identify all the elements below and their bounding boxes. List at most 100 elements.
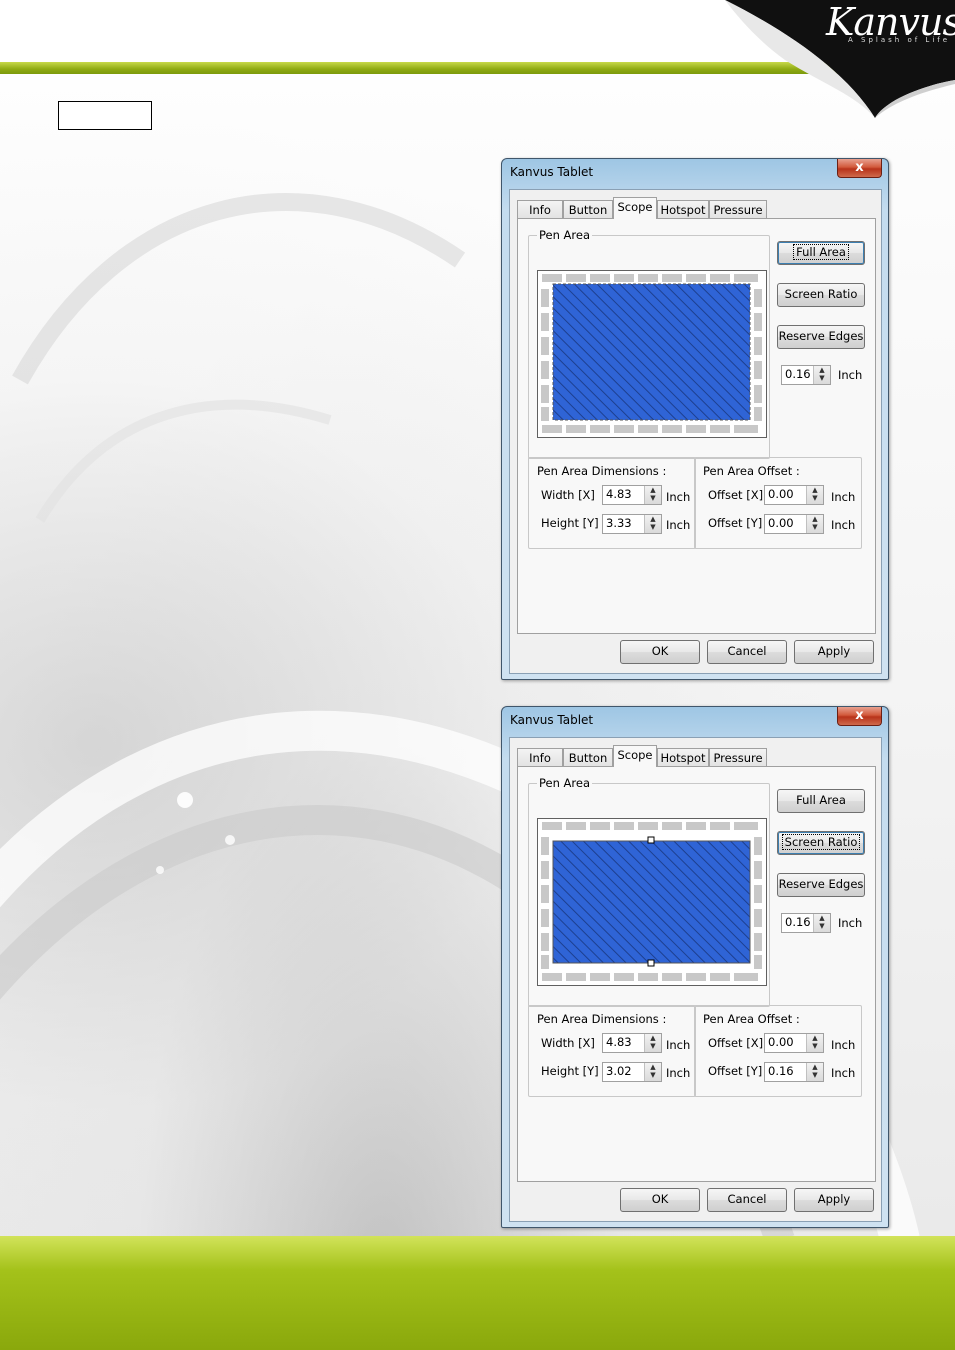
tab-hotspot[interactable]: Hotspot [657,748,709,767]
offset-x-spinner[interactable]: 0.00 ▲ ▼ [764,485,824,505]
tab-hotspot[interactable]: Hotspot [657,200,709,219]
reserve-edges-label: Reserve Edges [778,877,864,891]
spin-arrows-icon[interactable]: ▲ ▼ [813,914,830,932]
scope-panel: Pen Area Full Area Screen Ratio Reserve … [517,218,876,634]
height-spinner[interactable]: 3.33 ▲ ▼ [602,514,662,534]
offset-x-spinner[interactable]: 0.00 ▲ ▼ [764,1033,824,1053]
width-value: 4.83 [606,487,632,501]
tablet-dialog-full-area: Kanvus Tablet x Info Button Scope Hotspo… [501,158,889,680]
ok-button[interactable]: OK [620,640,700,664]
edge-value: 0.16 [785,367,811,381]
dialog-client: Info Button Scope Hotspot Pressure Pen A… [509,737,882,1222]
screen-ratio-button[interactable]: Screen Ratio [777,283,865,307]
offset-y-label: Offset [Y] [708,516,763,530]
dimensions-label: Pen Area Dimensions : [537,1012,667,1026]
width-label: Width [X] [541,1036,595,1050]
reserve-edges-label: Reserve Edges [778,329,864,343]
offset-y-label: Offset [Y] [708,1064,763,1078]
width-label: Width [X] [541,488,595,502]
pen-area-diagram [541,274,762,433]
offset-x-unit: Inch [831,1038,856,1052]
width-unit: Inch [666,490,691,504]
apply-button[interactable]: Apply [794,1188,874,1212]
full-area-button[interactable]: Full Area [777,241,865,265]
pen-area-preview[interactable] [537,818,767,986]
pen-area-label: Pen Area [537,228,593,242]
page-number-box [58,101,152,130]
brand-tagline: A Splash of Life [848,36,951,44]
tab-info[interactable]: Info [517,200,563,219]
width-spinner[interactable]: 4.83 ▲ ▼ [602,1033,662,1053]
height-spinner[interactable]: 3.02 ▲ ▼ [602,1062,662,1082]
screen-ratio-button[interactable]: Screen Ratio [777,831,865,855]
screen-ratio-label: Screen Ratio [784,287,858,301]
pen-area-preview[interactable] [537,270,767,438]
offset-y-value: 0.16 [768,1064,794,1078]
edge-unit: Inch [838,368,863,382]
reserve-edges-button[interactable]: Reserve Edges [777,325,865,349]
spin-arrows-icon[interactable]: ▲ ▼ [813,366,830,384]
height-unit: Inch [666,518,691,532]
tab-button[interactable]: Button [563,748,613,767]
ok-button[interactable]: OK [620,1188,700,1212]
height-label: Height [Y] [541,516,599,530]
offset-y-value: 0.00 [768,516,794,530]
full-area-label: Full Area [796,793,846,807]
tab-scope[interactable]: Scope [613,197,657,219]
offset-y-spinner[interactable]: 0.00 ▲ ▼ [764,514,824,534]
apply-button[interactable]: Apply [794,640,874,664]
dimensions-group: Pen Area Dimensions : Width [X] 4.83 ▲ ▼ … [528,1005,696,1097]
full-area-label: Full Area [793,244,849,260]
reserve-edges-button[interactable]: Reserve Edges [777,873,865,897]
pen-area-group: Pen Area [528,228,770,459]
spin-arrows-icon[interactable]: ▲ ▼ [644,1034,661,1052]
height-value: 3.02 [606,1064,632,1078]
window-title: Kanvus Tablet [510,165,594,179]
edge-spinner[interactable]: 0.16 ▲ ▼ [781,365,831,385]
cancel-button[interactable]: Cancel [707,1188,787,1212]
window-title: Kanvus Tablet [510,713,594,727]
spin-arrows-icon[interactable]: ▲ ▼ [806,1063,823,1081]
pen-area-diagram [541,822,762,981]
footer-green-band [0,1236,955,1350]
spin-arrows-icon[interactable]: ▲ ▼ [644,515,661,533]
cancel-button[interactable]: Cancel [707,640,787,664]
offset-x-label: Offset [X] [708,1036,764,1050]
spin-arrows-icon[interactable]: ▲ ▼ [806,486,823,504]
tab-info[interactable]: Info [517,748,563,767]
offset-group-label: Pen Area Offset : [703,1012,800,1026]
height-value: 3.33 [606,516,632,530]
spin-arrows-icon[interactable]: ▲ ▼ [644,486,661,504]
width-value: 4.83 [606,1035,632,1049]
close-button[interactable]: x [837,159,882,178]
tab-button[interactable]: Button [563,200,613,219]
tab-scope[interactable]: Scope [613,745,657,767]
dialog-client: Info Button Scope Hotspot Pressure Pen A… [509,189,882,674]
spin-arrows-icon[interactable]: ▲ ▼ [806,1034,823,1052]
offset-x-unit: Inch [831,490,856,504]
edge-spinner[interactable]: 0.16 ▲ ▼ [781,913,831,933]
tab-pressure[interactable]: Pressure [709,200,767,219]
width-unit: Inch [666,1038,691,1052]
offset-y-spinner[interactable]: 0.16 ▲ ▼ [764,1062,824,1082]
spin-arrows-icon[interactable]: ▲ ▼ [806,515,823,533]
tablet-dialog-screen-ratio: Kanvus Tablet x Info Button Scope Hotspo… [501,706,889,1228]
offset-x-label: Offset [X] [708,488,764,502]
dimensions-label: Pen Area Dimensions : [537,464,667,478]
tab-pressure[interactable]: Pressure [709,748,767,767]
spin-arrows-icon[interactable]: ▲ ▼ [644,1063,661,1081]
offset-group-label: Pen Area Offset : [703,464,800,478]
offset-group: Pen Area Offset : Offset [X] 0.00 ▲ ▼ Inc… [694,1005,862,1097]
edge-value: 0.16 [785,915,811,929]
scope-panel: Pen Area Full Area Screen Ratio Reserve … [517,766,876,1182]
full-area-button[interactable]: Full Area [777,789,865,813]
close-button[interactable]: x [837,707,882,726]
screen-ratio-label: Screen Ratio [781,834,861,850]
width-spinner[interactable]: 4.83 ▲ ▼ [602,485,662,505]
offset-x-value: 0.00 [768,1035,794,1049]
offset-y-unit: Inch [831,1066,856,1080]
dimensions-group: Pen Area Dimensions : Width [X] 4.83 ▲ ▼ … [528,457,696,549]
offset-group: Pen Area Offset : Offset [X] 0.00 ▲ ▼ Inc… [694,457,862,549]
edge-unit: Inch [838,916,863,930]
pen-area-label: Pen Area [537,776,593,790]
